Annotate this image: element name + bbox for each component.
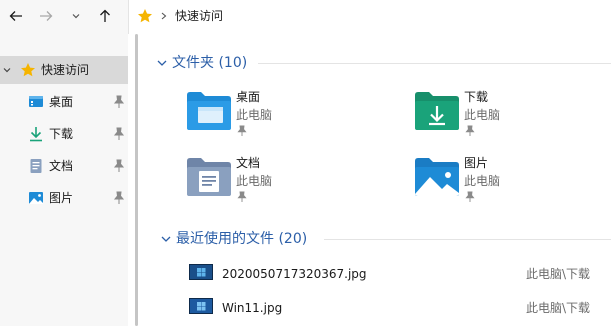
content-pane: 文件夹 (10) 桌面 此电脑 下载 此电脑 文档 此电脑 图片 此电脑 最近使… — [146, 34, 611, 326]
sidebar-item-label: 下载 — [49, 127, 74, 141]
pin-icon — [113, 191, 125, 204]
navigation-pane: 快速访问 桌面 下载 文档 图片 — [0, 34, 128, 326]
file-location: 此电脑\下载 — [526, 301, 591, 315]
up-button[interactable] — [92, 4, 118, 28]
chevron-down-icon[interactable] — [160, 234, 172, 244]
star-icon — [138, 9, 152, 23]
group-divider — [324, 239, 611, 240]
desktop-icon — [29, 96, 43, 107]
sidebar-scrollbar[interactable] — [135, 34, 138, 326]
file-name: 2020050717320367.jpg — [222, 267, 367, 281]
image-thumbnail-icon — [189, 264, 213, 280]
sidebar-item-desktop[interactable]: 桌面 — [0, 88, 128, 116]
sidebar-item-label: 图片 — [49, 191, 74, 205]
pin-icon — [113, 127, 125, 140]
recent-locations-button[interactable] — [63, 4, 89, 28]
folder-tile-pictures[interactable]: 图片 此电脑 — [414, 155, 611, 217]
pin-icon — [237, 191, 247, 202]
chevron-right-icon[interactable] — [159, 8, 169, 24]
pin-icon — [465, 125, 475, 136]
folder-tile-documents[interactable]: 文档 此电脑 — [186, 155, 386, 217]
file-explorer-window: 快速访问 快速访问 桌面 下载 文档 图片 文件夹 (10) 桌面 此电脑 下载… — [0, 0, 611, 326]
file-location: 此电脑\下载 — [526, 267, 591, 281]
chevron-down-icon — [72, 14, 80, 19]
arrow-left-icon — [9, 11, 22, 21]
document-icon — [30, 159, 42, 173]
arrow-right-icon — [40, 11, 53, 21]
image-thumbnail-icon — [189, 298, 213, 314]
downloads-folder-icon — [415, 92, 459, 130]
file-name: Win11.jpg — [222, 301, 283, 315]
sidebar-item-quick-access[interactable]: 快速访问 — [0, 56, 128, 84]
sidebar-item-label: 桌面 — [49, 95, 74, 109]
recent-files-group-header[interactable]: 最近使用的文件 (20) — [146, 228, 611, 250]
download-icon — [30, 127, 42, 142]
chevron-down-icon[interactable] — [156, 58, 168, 68]
documents-folder-icon — [187, 158, 231, 196]
pictures-folder-icon — [415, 158, 459, 196]
folder-name: 图片 — [464, 156, 489, 170]
star-icon — [21, 63, 35, 77]
pin-icon — [465, 191, 475, 202]
navigation-bar: 快速访问 — [0, 0, 611, 34]
folders-group-header[interactable]: 文件夹 (10) — [146, 52, 611, 74]
pin-icon — [113, 95, 125, 108]
folder-tile-desktop[interactable]: 桌面 此电脑 — [186, 89, 386, 151]
sidebar-item-documents[interactable]: 文档 — [0, 152, 128, 180]
folder-location: 此电脑 — [236, 174, 273, 188]
pin-icon — [113, 159, 125, 172]
folder-location: 此电脑 — [464, 174, 501, 188]
sidebar-item-label: 文档 — [49, 159, 74, 173]
group-divider — [258, 63, 611, 64]
recent-file-row[interactable]: Win11.jpg 此电脑\下载 — [186, 296, 611, 322]
folder-name: 桌面 — [236, 90, 261, 104]
address-bar[interactable]: 快速访问 — [128, 0, 611, 34]
arrow-up-icon — [100, 9, 110, 22]
group-title: 文件夹 (10) — [172, 55, 248, 71]
address-path[interactable]: 快速访问 — [175, 8, 223, 24]
pin-icon — [237, 125, 247, 136]
group-title: 最近使用的文件 (20) — [176, 231, 308, 247]
sidebar-item-downloads[interactable]: 下载 — [0, 120, 128, 148]
recent-file-row[interactable]: 2020050717320367.jpg 此电脑\下载 — [186, 262, 611, 288]
folder-name: 文档 — [236, 156, 261, 170]
folder-name: 下载 — [464, 90, 489, 104]
folder-location: 此电脑 — [464, 108, 501, 122]
back-button[interactable] — [3, 4, 29, 28]
chevron-down-icon[interactable] — [2, 65, 12, 75]
sidebar-item-label: 快速访问 — [41, 63, 90, 77]
pictures-icon — [29, 192, 43, 204]
folder-location: 此电脑 — [236, 108, 273, 122]
desktop-folder-icon — [187, 92, 231, 130]
folder-tile-downloads[interactable]: 下载 此电脑 — [414, 89, 611, 151]
forward-button[interactable] — [33, 4, 59, 28]
sidebar-item-pictures[interactable]: 图片 — [0, 184, 128, 212]
